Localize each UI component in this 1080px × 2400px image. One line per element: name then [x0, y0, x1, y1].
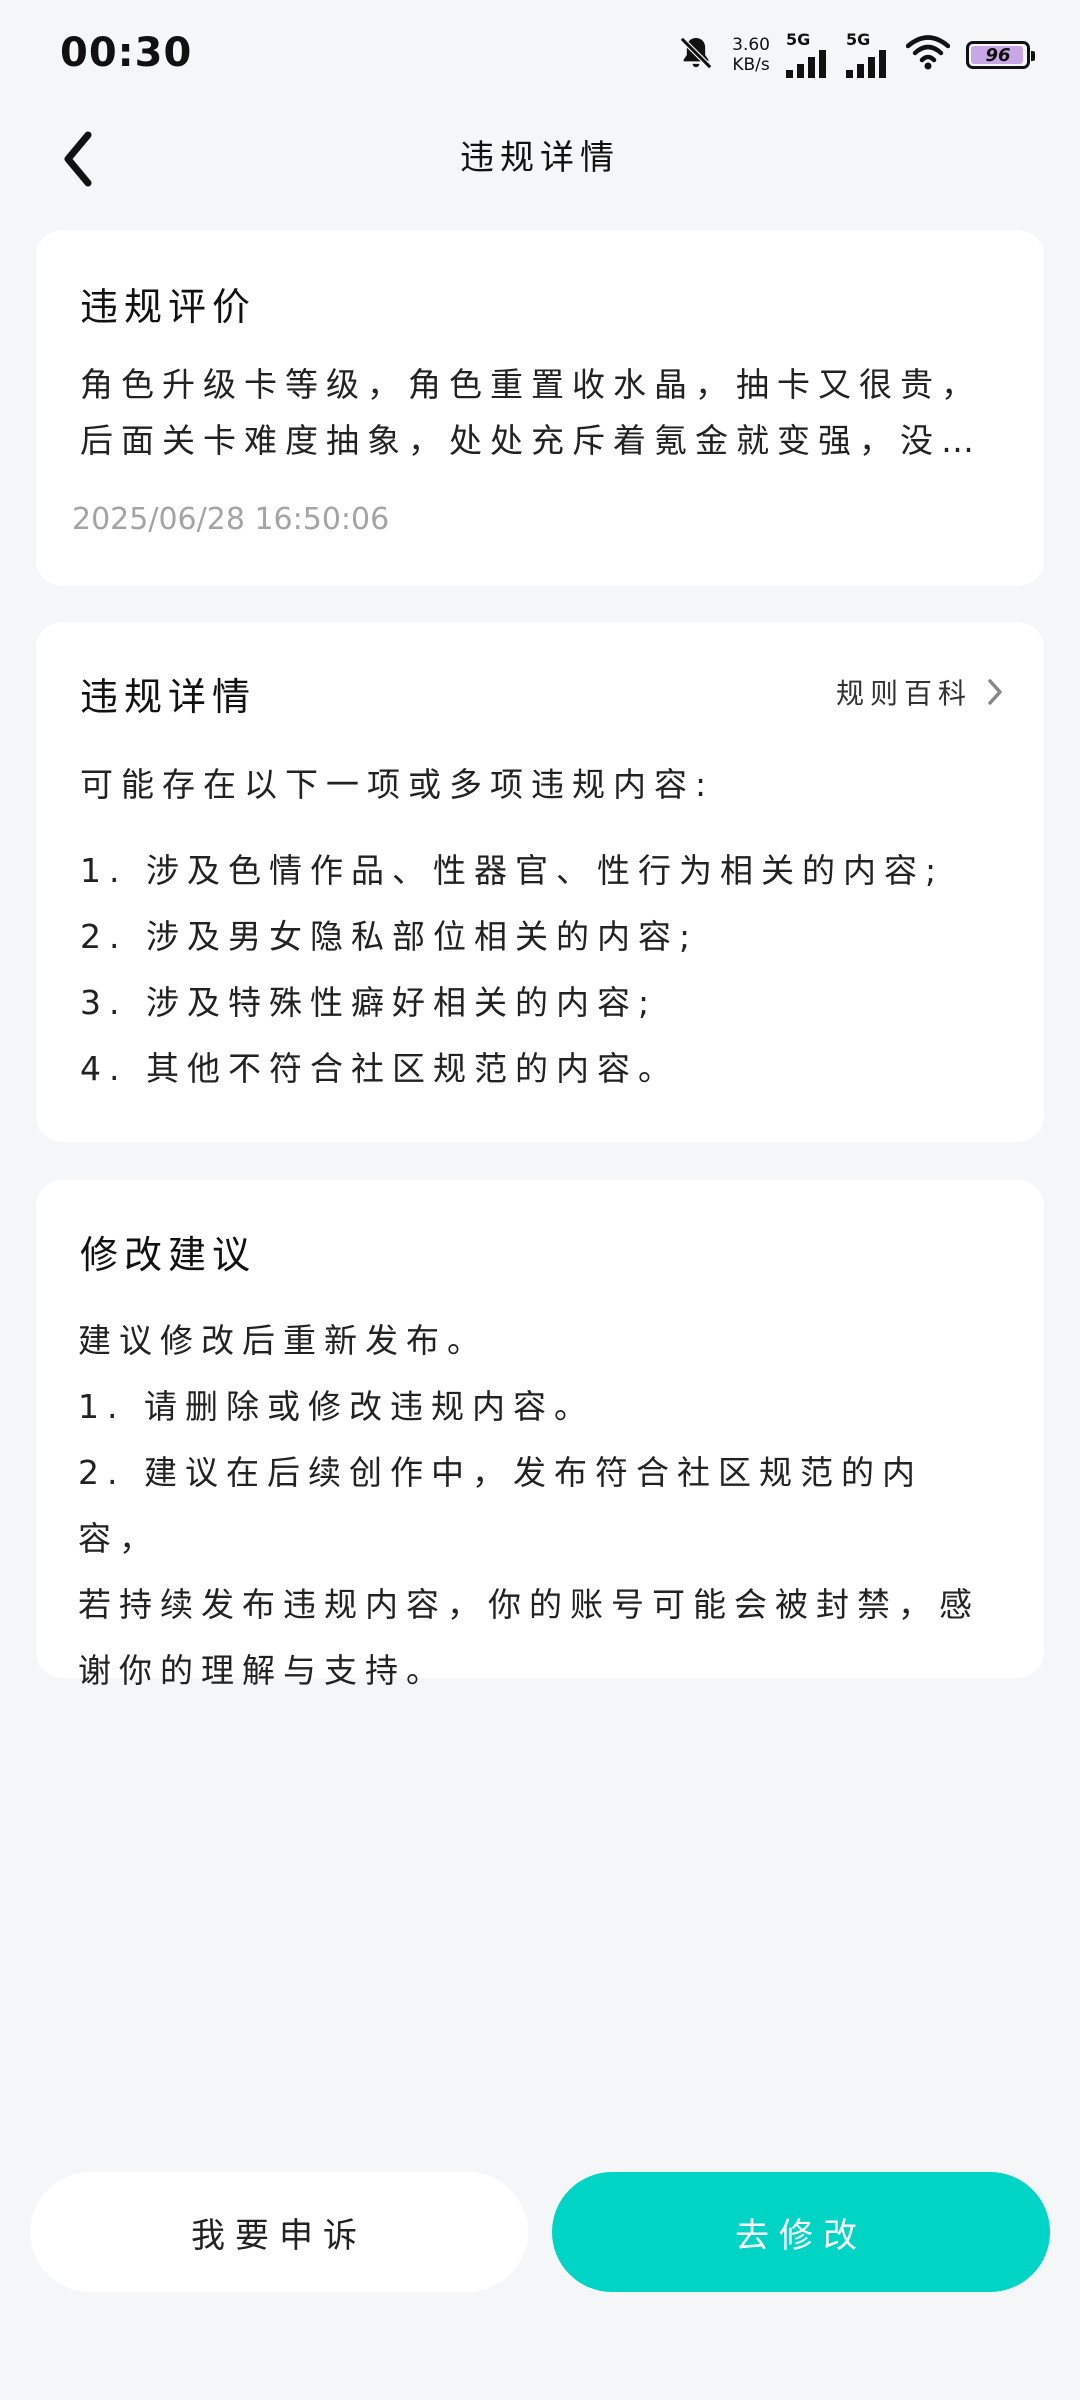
- status-time: 00:30: [60, 30, 193, 76]
- rules-wiki-label: 规则百科: [835, 677, 972, 710]
- list-item: 建议修改后重新发布。: [78, 1321, 488, 1360]
- status-bar: 00:30 3.60 KB/s 5G 5G 96: [0, 0, 1080, 110]
- review-card: 违规评价 角色升级卡等级，角色重置收水晶，抽卡又很贵， 后面关卡难度抽象，处处充…: [36, 230, 1044, 586]
- list-item: 若持续发布违规内容，你的账号可能会被封禁，感: [78, 1585, 980, 1624]
- list-item: 3. 涉及特殊性癖好相关的内容;: [80, 983, 658, 1022]
- list-item: 2. 涉及男女隐私部位相关的内容;: [80, 917, 699, 956]
- network-speed-value: 3.60: [732, 35, 770, 55]
- review-text-line-2: 后面关卡难度抽象，处处充斥着氪金就变强，没…: [80, 421, 982, 460]
- review-text-line-1: 角色升级卡等级，角色重置收水晶，抽卡又很贵，: [80, 365, 982, 404]
- signal-bars-icon: [846, 50, 886, 78]
- page-title: 违规详情: [460, 138, 620, 178]
- signal-bars-icon: [786, 50, 826, 78]
- list-item: 1. 请删除或修改违规内容。: [78, 1387, 595, 1426]
- go-fix-button[interactable]: 去修改: [552, 2172, 1050, 2292]
- review-title: 违规评价: [80, 285, 257, 329]
- signal-sim1-label: 5G: [786, 30, 811, 49]
- battery-icon: 96: [966, 41, 1035, 69]
- network-speed-unit: KB/s: [732, 55, 770, 75]
- violation-intro: 可能存在以下一项或多项违规内容:: [80, 765, 715, 804]
- list-item: 1. 涉及色情作品、性器官、性行为相关的内容;: [80, 851, 945, 890]
- suggestion-list: 建议修改后重新发布。 1. 请删除或修改违规内容。 2. 建议在后续创作中，发布…: [78, 1308, 1004, 1704]
- bell-muted-icon: [676, 33, 716, 77]
- violation-detail-title: 违规详情: [80, 675, 257, 719]
- list-item: 谢你的理解与支持。: [78, 1651, 447, 1690]
- list-item: 2. 建议在后续创作中，发布符合社区规范的内容，: [78, 1453, 923, 1558]
- violation-detail-card: 违规详情 规则百科 可能存在以下一项或多项违规内容: 1. 涉及色情作品、性器官…: [36, 622, 1044, 1142]
- battery-level: 96: [985, 44, 1011, 66]
- violation-list: 1. 涉及色情作品、性器官、性行为相关的内容; 2. 涉及男女隐私部位相关的内容…: [80, 846, 1014, 1110]
- review-timestamp: 2025/06/28 16:50:06: [72, 502, 390, 537]
- chevron-right-icon: [988, 679, 1002, 705]
- signal-sim2: 5G: [846, 32, 890, 78]
- appeal-button[interactable]: 我要申诉: [30, 2172, 528, 2292]
- status-icons: 3.60 KB/s 5G 5G 96: [676, 30, 1035, 80]
- suggestion-title: 修改建议: [80, 1233, 257, 1277]
- list-item: 4. 其他不符合社区规范的内容。: [80, 1049, 679, 1088]
- signal-sim2-label: 5G: [846, 30, 871, 49]
- network-speed: 3.60 KB/s: [732, 35, 770, 75]
- wifi-icon: [905, 35, 951, 75]
- signal-sim1: 5G: [786, 32, 830, 78]
- rules-wiki-link[interactable]: 规则百科: [836, 672, 1004, 712]
- suggestion-card: 修改建议 建议修改后重新发布。 1. 请删除或修改违规内容。 2. 建议在后续创…: [36, 1180, 1044, 1690]
